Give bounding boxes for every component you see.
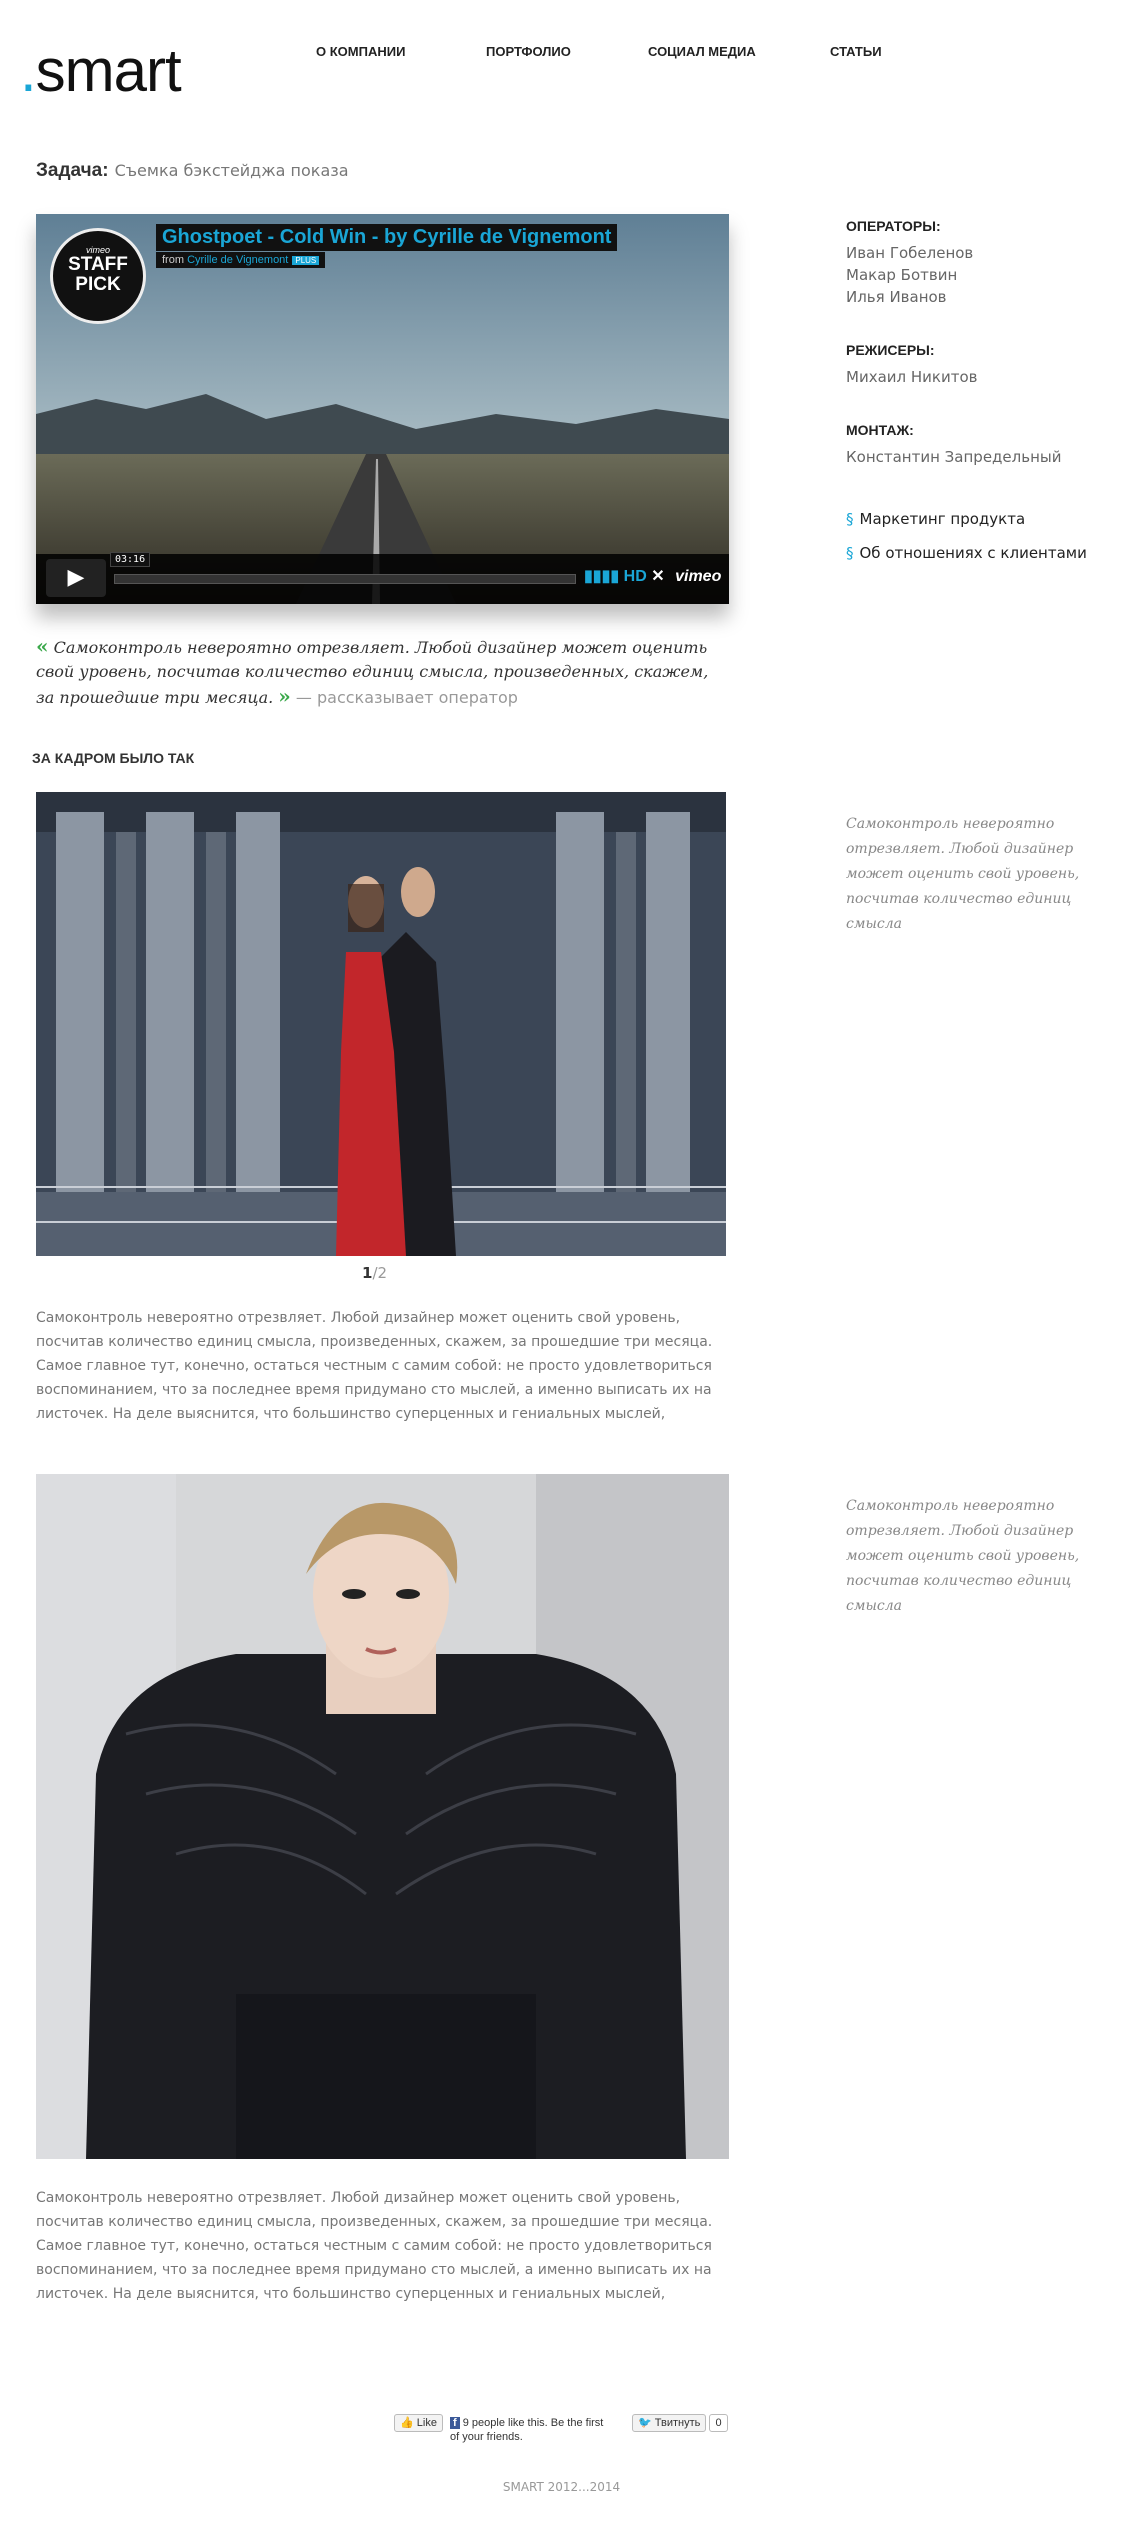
directors-title: РЕЖИСЕРЫ: [846,342,935,358]
facebook-like-widget: 👍 Like [394,2414,443,2432]
editor-name: Константин Запредельный [846,448,1062,466]
video-progress-track[interactable] [114,574,576,584]
section-mark-icon: § [846,544,854,562]
operator-name: Макар Ботвин [846,266,958,284]
nav-about[interactable]: О КОМПАНИИ [316,44,405,59]
tweet-button[interactable]: 🐦 Твитнуть [632,2414,707,2432]
video-title[interactable]: Ghostpoet - Cold Win - by Cyrille de Vig… [156,224,618,251]
vimeo-logo[interactable]: vimeo [675,568,721,585]
video-author-link[interactable]: Cyrille de Vignemont [187,254,288,266]
side-note-2: Самоконтроль невероятно отрезвляет. Любо… [846,1498,1080,1614]
play-button[interactable]: ▶ [46,559,106,597]
operator-name: Иван Гобеленов [846,244,974,262]
plus-badge: PLUS [292,256,320,265]
quote-author: — рассказывает оператор [295,688,518,707]
operators-list: Иван Гобеленов Макар Ботвин Илья Иванов [846,242,973,308]
task-label: Задача: [36,160,109,181]
nav-social-media[interactable]: СОЦИАЛ МЕДИА [648,44,756,59]
gallery-photo-1[interactable] [36,792,726,1256]
quote-close-mark: » [278,684,291,708]
hd-button[interactable]: HD [624,568,647,585]
nav-portfolio[interactable]: ПОРТФОЛИО [486,44,571,59]
gallery-pager[interactable]: 1/2 [362,1264,387,1282]
nav-articles[interactable]: СТАТЬИ [830,44,882,59]
operator-quote: « Самоконтроль невероятно отрезвляет. Лю… [36,634,726,710]
editing-title: МОНТАЖ: [846,422,914,438]
logo[interactable]: .smart [20,36,182,106]
section-mark-icon: § [846,510,854,528]
operators-title: ОПЕРАТОРЫ: [846,218,941,234]
volume-icon[interactable]: ▮▮▮▮ [584,568,619,585]
thumbs-up-icon: 👍 [400,2417,414,2429]
link-client-relations[interactable]: § Об отношениях с клиентами [846,544,1087,562]
quote-open-mark: « [36,634,49,658]
gallery-photo-2[interactable] [36,1474,729,2159]
like-count-text: f 9 people like this. Be the first of yo… [450,2417,604,2443]
tweet-widget: 🐦 Твитнуть 0 [632,2414,728,2432]
video-time: 03:16 [110,552,151,567]
side-note-1: Самоконтроль невероятно отрезвляет. Любо… [846,816,1080,932]
twitter-bird-icon: 🐦 [638,2417,652,2429]
paragraph-2: Самоконтроль невероятно отрезвляет. Любо… [36,2190,713,2302]
staff-pick-badge: vimeo STAFF PICK [50,228,146,324]
link-marketing[interactable]: § Маркетинг продукта [846,510,1025,528]
play-icon: ▶ [67,565,85,590]
section-title: ЗА КАДРОМ БЫЛО ТАК [32,750,195,766]
director-name: Михаил Никитов [846,368,978,386]
paragraph-1: Самоконтроль невероятно отрезвляет. Любо… [36,1310,713,1422]
fullscreen-icon[interactable]: ✕ [651,568,664,585]
task-line: Задача: Съемка бэкстейджа показа [36,160,349,182]
facebook-icon: f [450,2417,460,2429]
copyright: SMART 2012...2014 [502,2480,621,2494]
tweet-count: 0 [709,2414,728,2432]
video-right-controls: ▮▮▮▮ HD ✕ vimeo [584,566,721,586]
task-value: Съемка бэкстейджа показа [114,161,349,180]
operator-name: Илья Иванов [846,288,947,306]
like-button[interactable]: 👍 Like [394,2414,443,2432]
video-player[interactable]: vimeo STAFF PICK Ghostpoet - Cold Win - … [36,214,729,604]
video-byline: from Cyrille de Vignemont PLUS [156,252,326,268]
